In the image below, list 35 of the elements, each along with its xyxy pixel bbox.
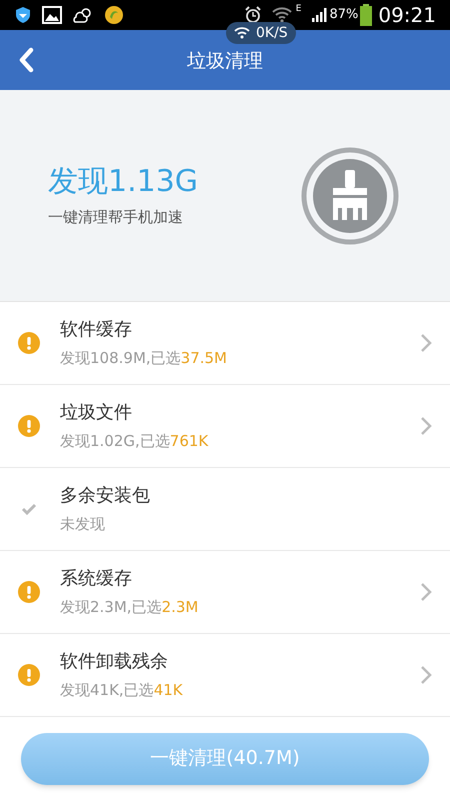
category-title: 软件卸载残余	[60, 650, 169, 674]
check-icon	[21, 503, 37, 515]
speed-text: 0K/S	[256, 24, 288, 42]
category-title: 系统缓存	[60, 567, 133, 592]
coin-icon	[104, 5, 124, 25]
category-detail: 发现41K,已选41K	[60, 680, 184, 702]
chevron-right-icon	[420, 582, 432, 602]
network-type: E	[296, 3, 302, 16]
page-title: 垃圾清理	[187, 48, 263, 74]
warning-icon	[18, 664, 40, 686]
warning-icon	[18, 415, 40, 437]
summary-subtitle: 一键清理帮手机加速	[48, 207, 184, 228]
shield-icon	[14, 6, 32, 24]
battery-icon	[360, 4, 372, 26]
image-icon	[42, 6, 62, 24]
wifi-icon	[272, 7, 292, 23]
category-detail: 发现1.02G,已选761K	[60, 431, 210, 452]
battery-percent: 87%	[329, 6, 358, 24]
signal-icon	[311, 7, 328, 23]
category-title: 软件缓存	[60, 318, 133, 342]
category-title: 垃圾文件	[60, 401, 133, 426]
warning-icon	[18, 332, 40, 354]
category-title: 多余安装包	[60, 484, 151, 508]
warning-icon	[18, 581, 40, 603]
wifi-icon	[234, 27, 250, 39]
chevron-right-icon	[420, 416, 432, 436]
clock: 09:21	[378, 2, 436, 29]
category-detail: 未发现	[60, 514, 106, 536]
broom-icon	[300, 146, 400, 246]
found-size-headline: 发现1.13G	[48, 162, 200, 200]
category-detail: 发现108.9M,已选37.5M	[60, 348, 228, 370]
alarm-icon	[244, 6, 262, 24]
category-detail: 发现2.3M,已选2.3M	[60, 597, 200, 618]
chevron-right-icon	[420, 333, 432, 353]
chevron-right-icon	[420, 665, 432, 685]
